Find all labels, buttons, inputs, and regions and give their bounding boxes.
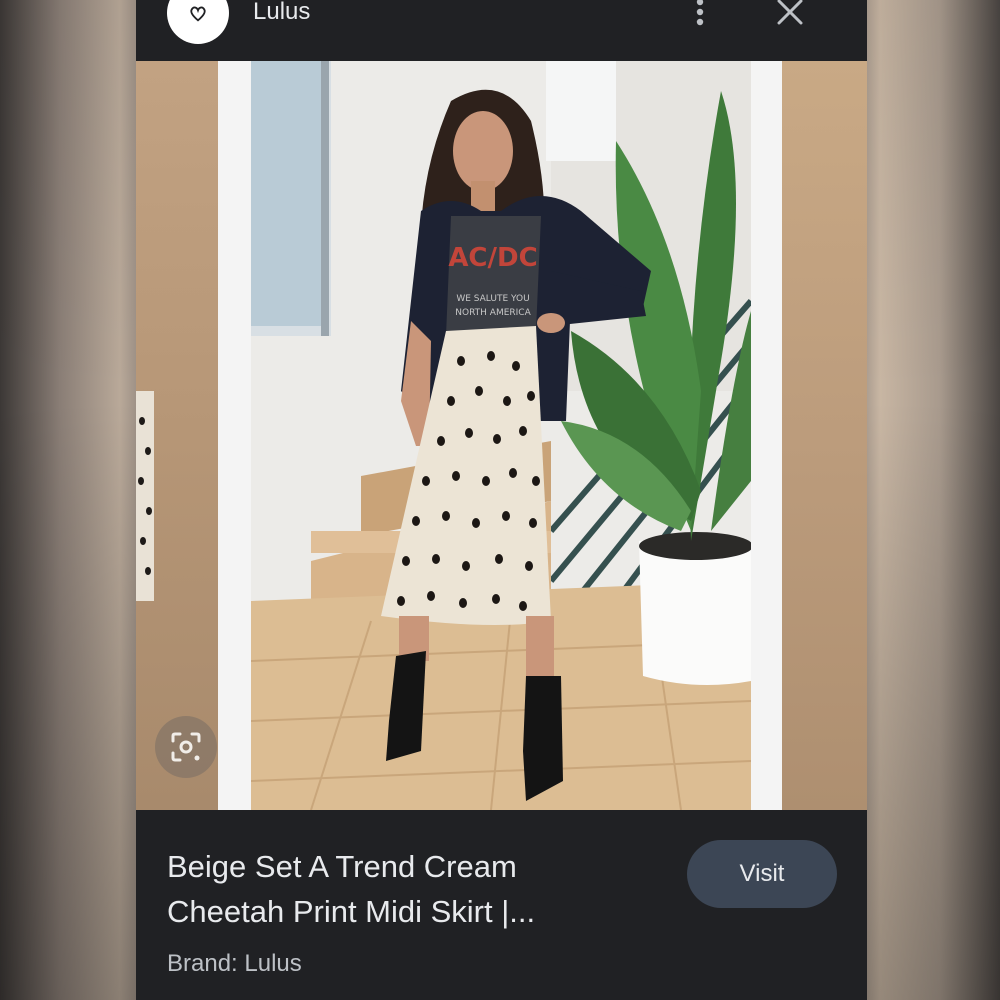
shirt-line-3: NORTH AMERICA (455, 308, 531, 318)
preview-header: Lulus (136, 0, 867, 61)
more-vert-icon[interactable] (686, 0, 714, 34)
heart-icon (190, 6, 206, 22)
result-title-line-1: Beige Set A Trend Cream (167, 849, 517, 884)
main-image-frame: AC/DC WE SALUTE YOU NORTH AMERICA (218, 61, 782, 810)
site-name[interactable]: Lulus (253, 0, 310, 26)
previous-image-peek[interactable] (136, 61, 218, 810)
result-info-panel: Beige Set A Trend Cream Cheetah Print Mi… (136, 810, 867, 1000)
google-lens-button[interactable] (155, 716, 217, 778)
product-photo[interactable]: AC/DC WE SALUTE YOU NORTH AMERICA (251, 61, 751, 810)
shirt-line-2: WE SALUTE YOU (456, 294, 529, 304)
result-title[interactable]: Beige Set A Trend Cream Cheetah Print Mi… (167, 844, 627, 934)
image-preview-card: Lulus AC/DC WE SALUTE YOU NORTH AMERICA … (136, 0, 867, 1000)
close-icon[interactable] (772, 0, 808, 30)
visit-button[interactable]: Visit (687, 840, 837, 908)
image-viewer: AC/DC WE SALUTE YOU NORTH AMERICA (136, 61, 867, 810)
shirt-logo-text: AC/DC (448, 243, 537, 273)
google-lens-icon (171, 732, 201, 762)
site-logo[interactable] (167, 0, 229, 44)
brand-label: Brand: Lulus (167, 950, 302, 977)
result-title-line-2: Cheetah Print Midi Skirt |... (167, 894, 536, 929)
next-image-peek[interactable] (782, 61, 867, 810)
